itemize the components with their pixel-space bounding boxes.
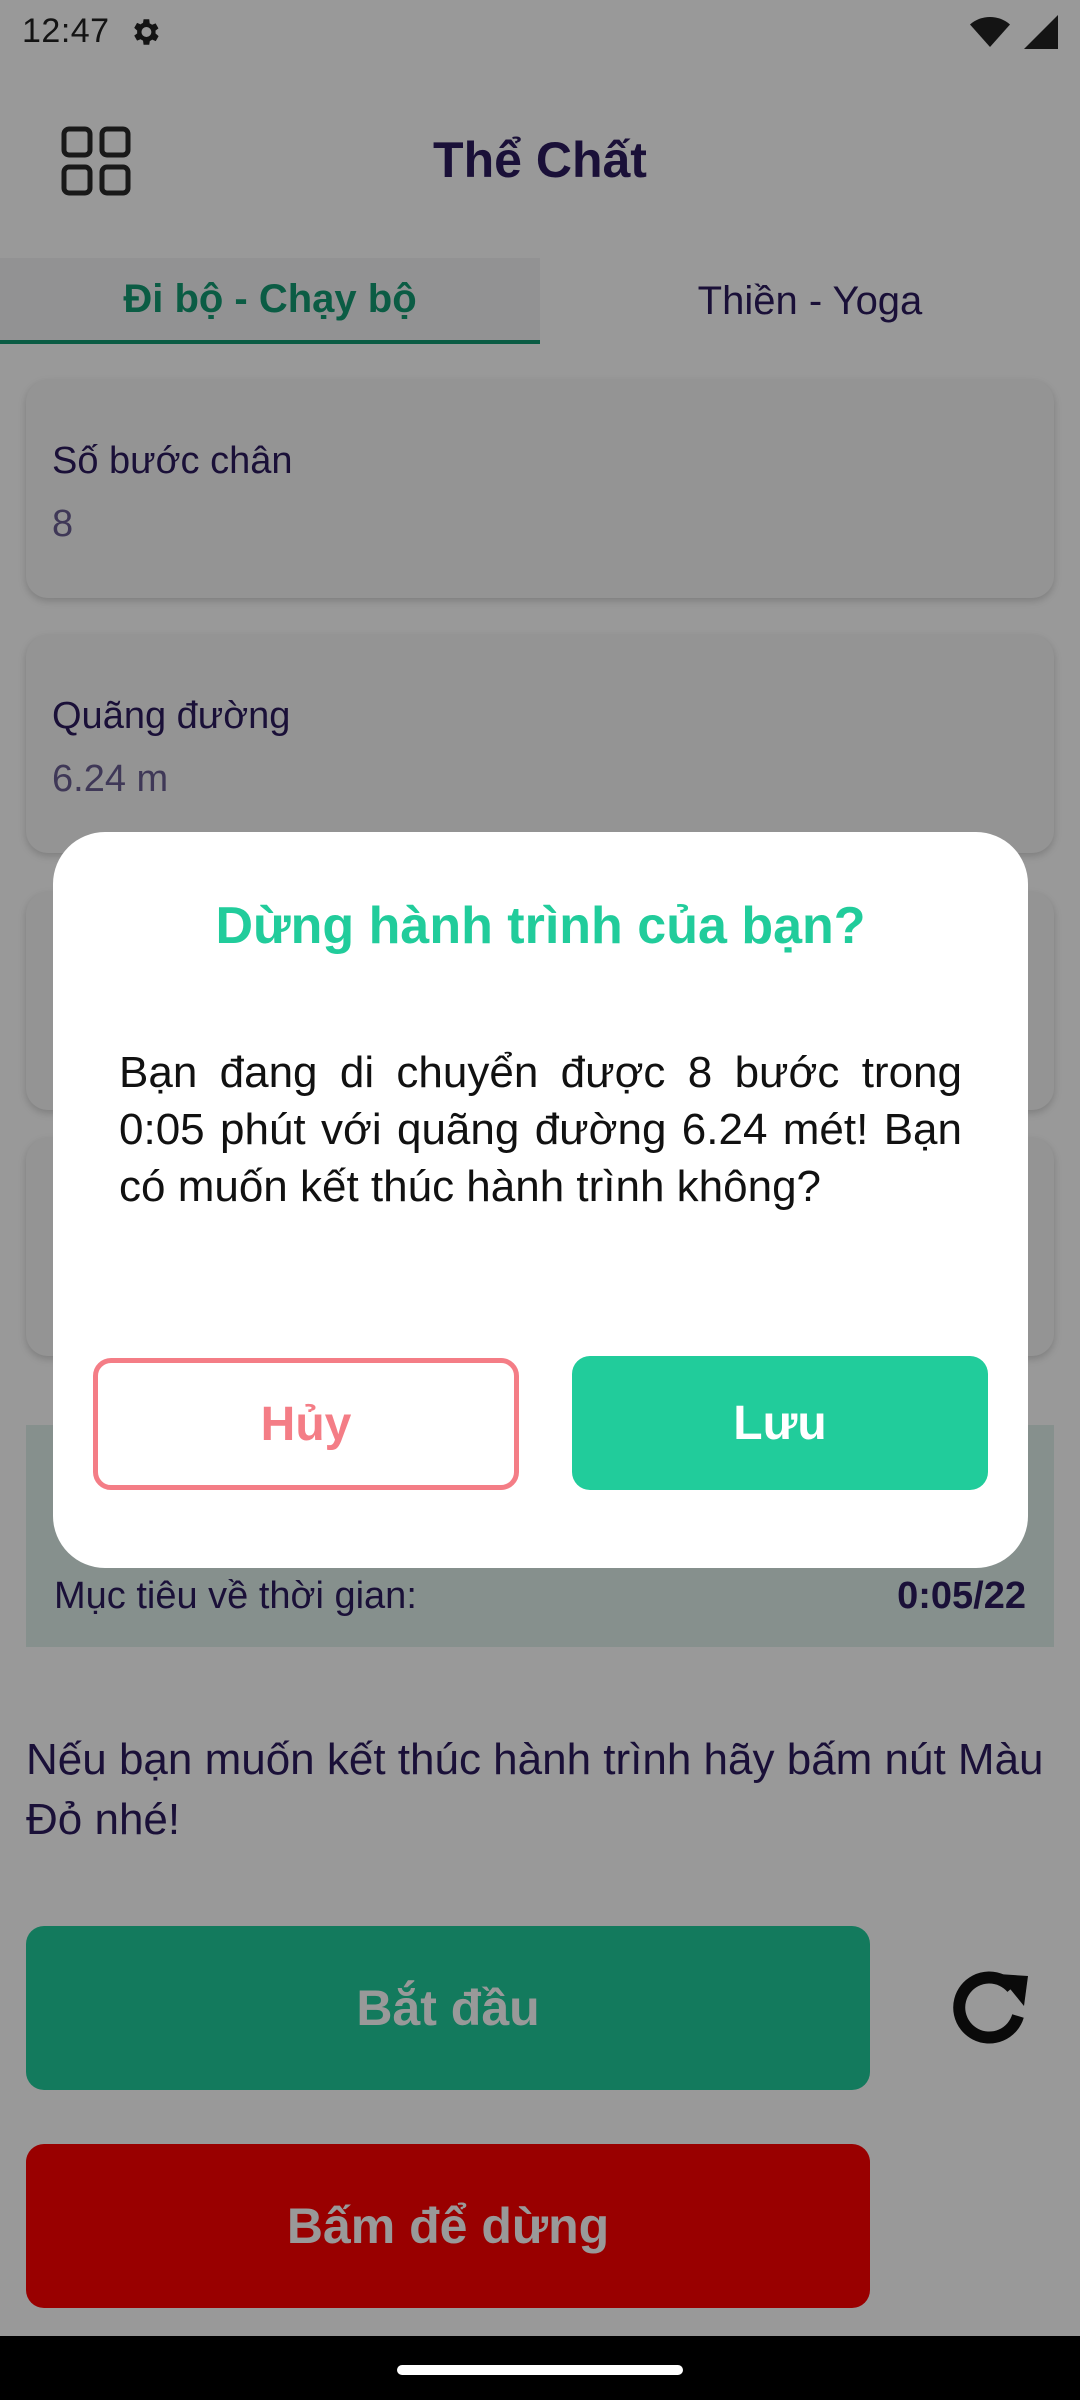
home-gesture-handle[interactable] [397,2365,683,2375]
cancel-button[interactable]: Hủy [93,1358,519,1490]
dialog-title: Dừng hành trình của bạn? [215,897,866,955]
dialog-message: Bạn đang di chuyển được 8 bước trong 0:0… [119,1048,962,1211]
save-button[interactable]: Lưu [572,1356,988,1490]
app-screen: 12:47 Thể Chất Đi bộ - Chạy bộ Thiền - Y… [0,0,1080,2400]
stop-journey-dialog: Dừng hành trình của bạn? Bạn đang di chu… [53,832,1028,1568]
